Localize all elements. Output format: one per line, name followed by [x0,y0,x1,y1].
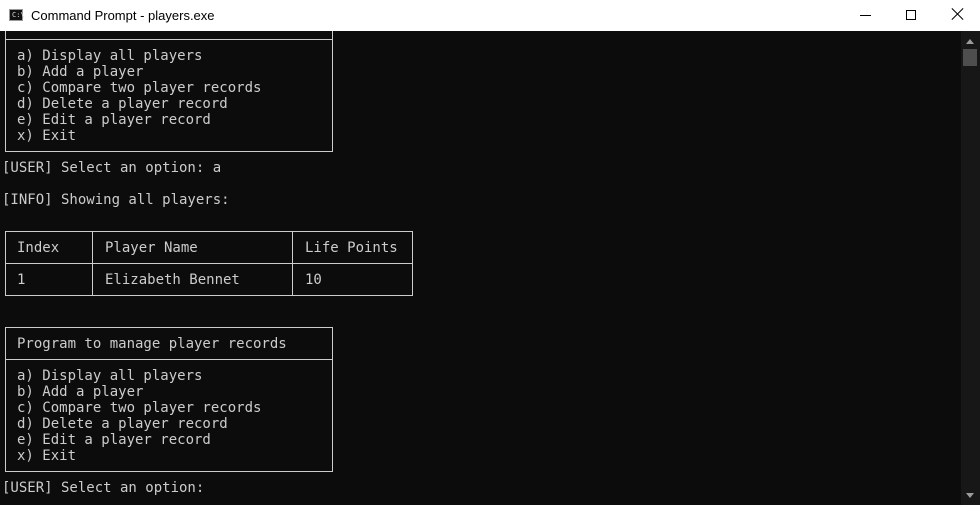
top-menu-left-border [5,31,6,152]
table-column-divider [92,231,93,296]
menu-title: Program to manage player records [17,336,287,352]
command-prompt-icon: C:\ [9,9,25,21]
table-header-divider [5,263,413,264]
close-icon [951,7,965,21]
bottom-menu-item: b) Add a player [17,384,144,400]
bottom-menu-item: e) Edit a player record [17,432,211,448]
top-menu-item: c) Compare two player records [17,80,262,96]
table-column-divider [292,231,293,296]
console-output[interactable]: a) Display all players b) Add a player c… [0,31,961,505]
window-title: Command Prompt - players.exe [31,8,215,23]
table-cell-player-name: Elizabeth Bennet [105,272,240,288]
minimize-icon [860,15,871,16]
close-button[interactable] [934,0,980,31]
top-menu-title-divider [5,39,333,40]
info-output: [INFO] Showing all players: [2,192,230,208]
maximize-icon [906,10,916,20]
table-header-index: Index [17,240,60,256]
table-header-life-points: Life Points [305,240,398,256]
bottom-menu-item: d) Delete a player record [17,416,228,432]
top-menu-item: e) Edit a player record [17,112,211,128]
bottom-menu-item: a) Display all players [17,368,203,384]
scrollbar-thumb[interactable] [963,49,977,66]
scroll-up-icon[interactable] [966,39,974,44]
top-menu-item: a) Display all players [17,48,203,64]
user-input-prompt: [USER] Select an option: [2,480,205,496]
user-prompt-output: [USER] Select an option: a [2,160,222,176]
bottom-menu-item: c) Compare two player records [17,400,262,416]
command-prompt-window: C:\ Command Prompt - players.exe a) Disp… [0,0,980,505]
table-cell-index: 1 [17,272,26,288]
vertical-scrollbar[interactable] [961,31,980,505]
minimize-button[interactable] [842,0,888,31]
top-menu-right-border [332,31,333,152]
bottom-menu-item: x) Exit [17,448,77,464]
top-menu-item: d) Delete a player record [17,96,228,112]
title-bar[interactable]: C:\ Command Prompt - players.exe [0,0,980,31]
bottom-menu-title-divider [5,359,333,360]
top-menu-item: x) Exit [17,128,77,144]
scroll-down-icon[interactable] [966,493,974,498]
maximize-button[interactable] [887,0,933,31]
top-menu-bottom-border [5,151,333,152]
top-menu-item: b) Add a player [17,64,144,80]
table-cell-life-points: 10 [305,272,322,288]
table-header-player-name: Player Name [105,240,198,256]
